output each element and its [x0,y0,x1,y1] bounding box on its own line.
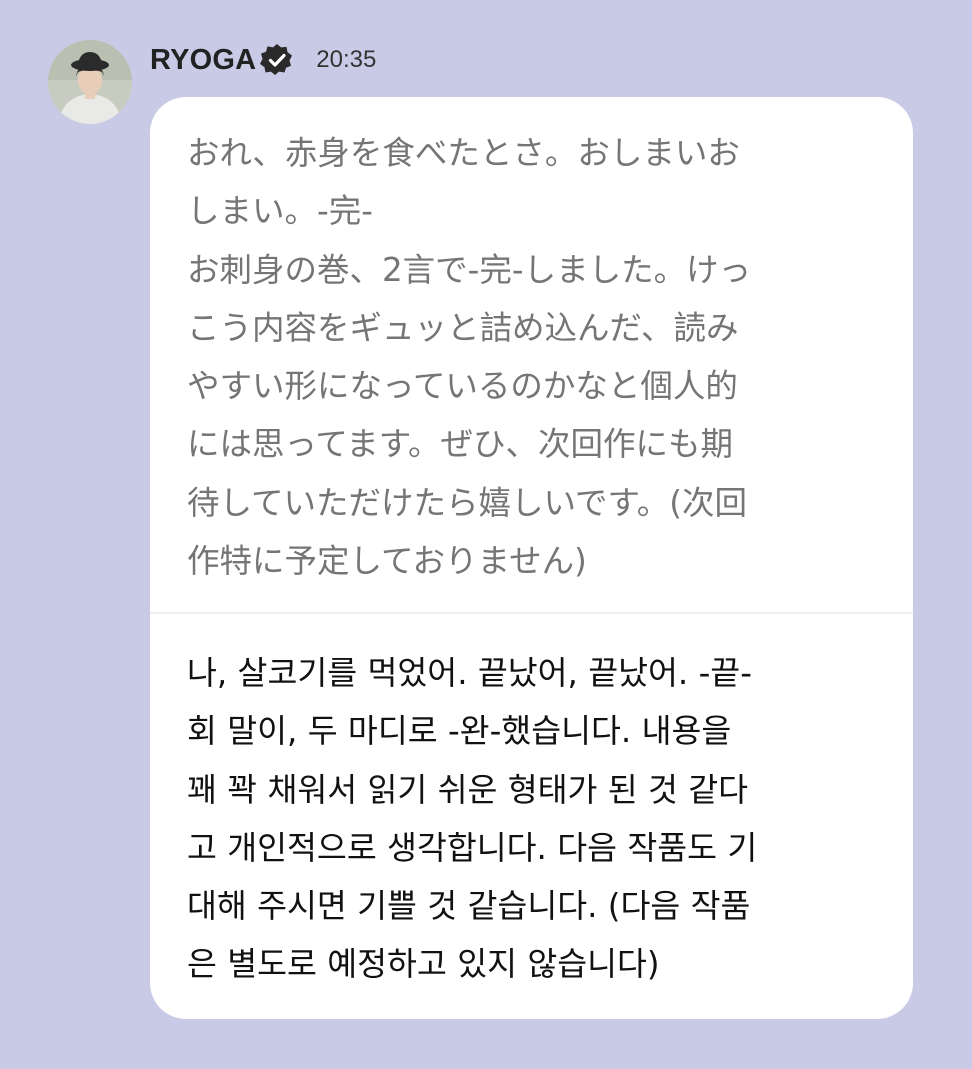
post-header: RYOGA 20:35 [150,40,376,80]
author-name[interactable]: RYOGA [150,44,256,77]
original-message-text: おれ、赤身を食べたとさ。おしまいお しまい。-完- お刺身の巻、2言で-完-しま… [187,134,752,581]
translation-divider [150,612,913,614]
profile-photo [48,40,132,124]
avatar[interactable] [48,40,132,124]
post-time: 20:35 [316,46,377,73]
verified-badge-icon [260,43,293,75]
translated-message-text: 나, 살코기를 먹었어. 끝났어, 끝났어. -끝- 회 말이, 두 마디로 -… [187,654,758,984]
message-bubble: おれ、赤身を食べたとさ。おしまいお しまい。-完- お刺身の巻、2言で-完-しま… [150,97,913,1019]
